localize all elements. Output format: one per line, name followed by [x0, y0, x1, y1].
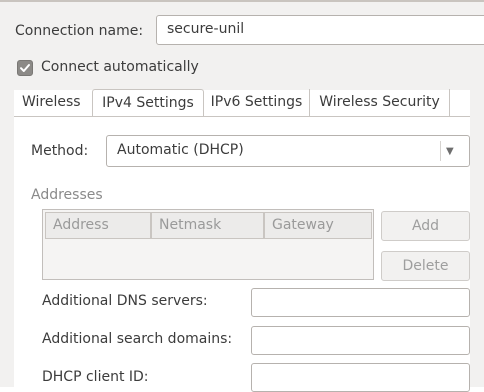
- tab-ipv6-settings[interactable]: IPv6 Settings: [204, 89, 310, 116]
- dhcp-client-id-label: DHCP client ID:: [42, 369, 149, 385]
- chevron-down-icon[interactable]: ▼: [446, 146, 454, 157]
- checkmark-icon: [20, 64, 30, 72]
- dialog-right-margin: [470, 90, 484, 387]
- add-address-button[interactable]: Add: [381, 211, 470, 241]
- dhcp-client-id-input[interactable]: [251, 363, 470, 392]
- column-header-gateway[interactable]: Gateway: [264, 212, 372, 239]
- method-label: Method:: [31, 143, 89, 159]
- addresses-heading: Addresses: [31, 187, 103, 203]
- connection-name-label: Connection name:: [15, 23, 144, 39]
- dialog-left-margin: [0, 90, 14, 387]
- connection-name-input[interactable]: secure-unil: [156, 15, 484, 45]
- dns-servers-input[interactable]: [251, 288, 470, 317]
- search-domains-label: Additional search domains:: [42, 331, 233, 347]
- dns-servers-label: Additional DNS servers:: [42, 293, 208, 309]
- delete-address-button[interactable]: Delete: [381, 251, 470, 281]
- search-domains-input[interactable]: [251, 326, 470, 355]
- tab-panel-border: [14, 116, 470, 117]
- tab-ipv4-settings[interactable]: IPv4 Settings: [92, 89, 204, 117]
- connect-automatically-label: Connect automatically: [41, 59, 199, 75]
- method-select[interactable]: Automatic (DHCP): [106, 135, 470, 167]
- connect-automatically-checkbox[interactable]: [17, 60, 33, 76]
- tab-wireless-security[interactable]: Wireless Security: [310, 89, 450, 116]
- column-header-netmask[interactable]: Netmask: [151, 212, 264, 239]
- column-header-address[interactable]: Address: [45, 212, 151, 239]
- tab-wireless[interactable]: Wireless: [22, 89, 88, 116]
- select-divider: [440, 141, 441, 161]
